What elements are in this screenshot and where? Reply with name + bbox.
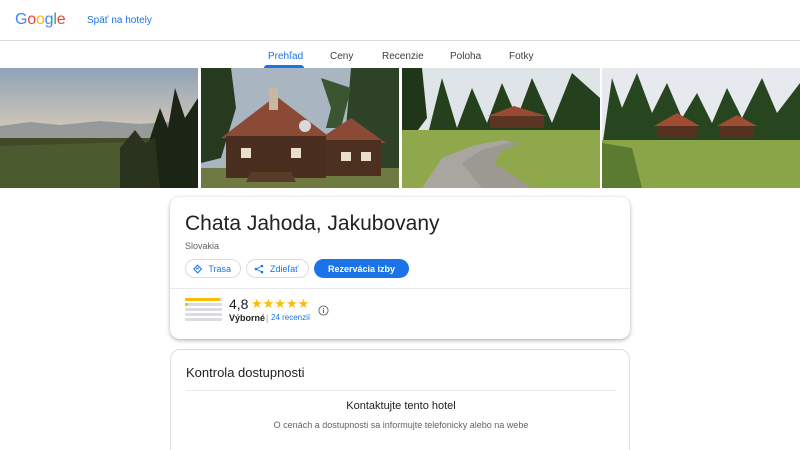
info-icon[interactable] xyxy=(318,305,329,316)
directions-label: Trasa xyxy=(208,263,231,274)
back-to-hotels-link[interactable]: Späť na hotely xyxy=(87,15,152,26)
rating-bar xyxy=(185,298,222,301)
directions-icon xyxy=(193,263,203,274)
logo-letter: G xyxy=(15,11,28,28)
rating-bar xyxy=(185,318,222,321)
rating-stars: ★★★★★ xyxy=(251,296,310,311)
google-logo[interactable]: Google xyxy=(15,11,66,29)
tab-photos[interactable]: Fotky xyxy=(509,51,533,62)
share-icon xyxy=(254,264,264,273)
reviews-count-link[interactable]: 24 recenzií xyxy=(271,313,310,322)
share-button[interactable]: Zdieľať xyxy=(246,259,309,278)
tab-bar: Prehľad Ceny Recenzie Poloha Fotky xyxy=(0,41,800,68)
rating-bar-fill xyxy=(185,298,221,301)
tab-reviews[interactable]: Recenzie xyxy=(382,51,424,62)
directions-button[interactable]: Trasa xyxy=(185,259,241,278)
share-label: Zdieľať xyxy=(270,263,299,274)
logo-letter: o xyxy=(35,11,45,28)
rating-bar xyxy=(185,303,222,306)
availability-title: Kontrola dostupnosti xyxy=(186,365,305,380)
rating-score: 4,8 xyxy=(229,296,249,312)
availability-info-text: O cenách a dostupnosti sa informujte tel… xyxy=(273,420,529,430)
contact-hotel-text: Kontaktujte tento hotel xyxy=(346,400,456,412)
photo-gravel-road[interactable] xyxy=(402,68,600,188)
hotel-country: Slovakia xyxy=(185,241,220,251)
tab-location[interactable]: Poloha xyxy=(450,51,481,62)
photo-gallery xyxy=(0,68,800,188)
rating-bar xyxy=(185,313,222,316)
rating-label: Výborné xyxy=(229,313,266,323)
top-bar: Google Späť na hotely xyxy=(0,0,800,41)
photo-sunset-meadow[interactable] xyxy=(0,68,198,188)
rating-separator: | xyxy=(266,313,269,323)
hotel-summary-card: Chata Jahoda, Jakubovany Slovakia Trasa … xyxy=(170,197,630,339)
photo-chalets-meadow[interactable] xyxy=(602,68,800,188)
tab-prices[interactable]: Ceny xyxy=(330,51,353,62)
hotel-name: Chata Jahoda, Jakubovany xyxy=(185,212,440,235)
rating-bar-fill xyxy=(185,303,188,306)
card-divider xyxy=(170,288,630,289)
availability-divider xyxy=(186,390,616,391)
book-room-button[interactable]: Rezervácia izby xyxy=(314,259,409,278)
logo-letter: e xyxy=(56,11,66,28)
photo-wooden-chalet[interactable] xyxy=(201,68,399,188)
rating-distribution xyxy=(185,298,222,323)
logo-letter: o xyxy=(27,11,36,28)
tab-overview[interactable]: Prehľad xyxy=(268,51,303,62)
rating-bar xyxy=(185,308,222,311)
availability-card: Kontrola dostupnosti Kontaktujte tento h… xyxy=(170,349,630,450)
